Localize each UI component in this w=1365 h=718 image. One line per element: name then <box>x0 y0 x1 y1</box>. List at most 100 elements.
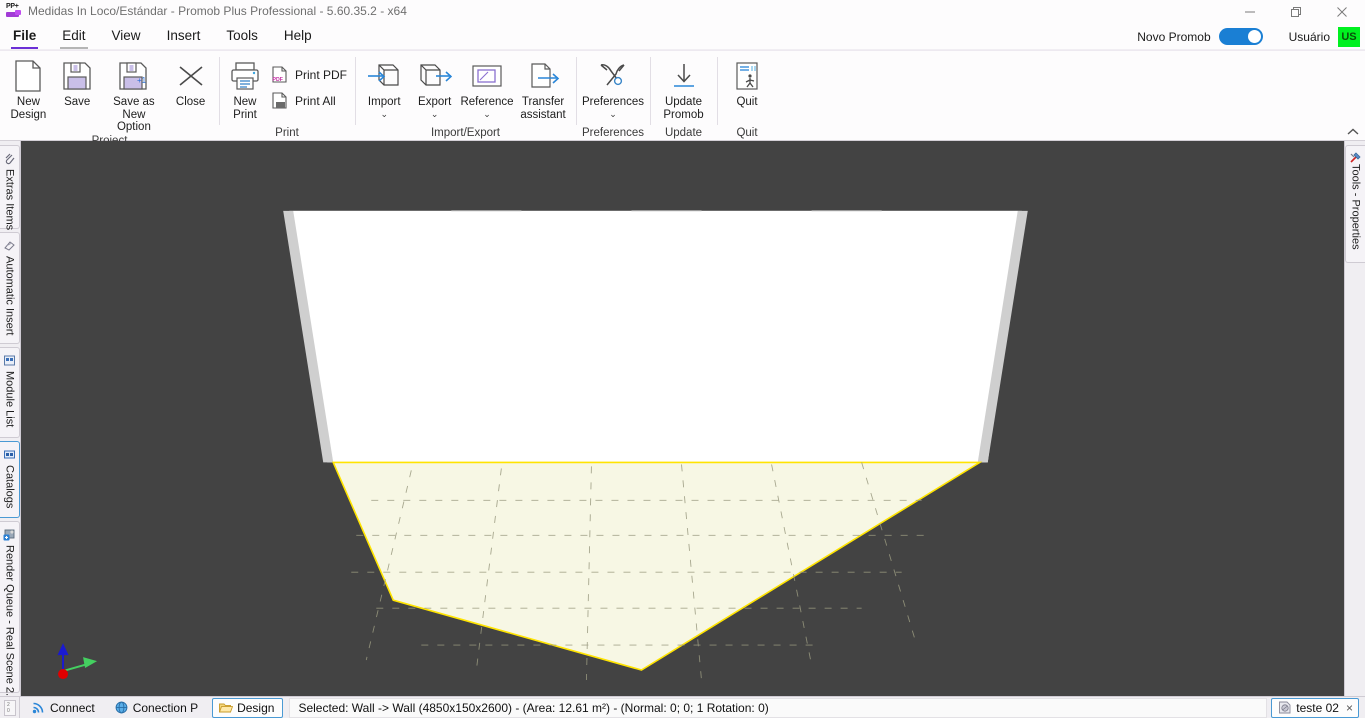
app-logo-swatch-secondary <box>15 10 21 15</box>
export-cube-icon <box>415 59 455 93</box>
save-as-new-option-label: Save as New Option <box>102 96 167 134</box>
folder-open-icon <box>218 701 233 715</box>
print-pdf-label: Print PDF <box>295 68 347 82</box>
document-tab-label: teste 02 <box>1296 701 1339 715</box>
preferences-button[interactable]: Preferences ⌄ <box>580 54 646 118</box>
save-button[interactable]: Save <box>53 54 102 109</box>
app-logo-text: PP+ <box>6 3 19 10</box>
menu-item-tools[interactable]: Tools <box>213 28 271 49</box>
3d-viewport[interactable] <box>21 141 1344 696</box>
import-cube-icon <box>364 59 404 93</box>
chevron-down-icon[interactable]: ⌄ <box>483 110 491 118</box>
reference-frame-icon <box>467 59 507 93</box>
new-document-icon <box>8 59 48 93</box>
svg-text:PDF: PDF <box>272 77 282 83</box>
floppy-disk-plus-one-icon: +1 <box>114 59 154 93</box>
export-label: Export <box>418 96 451 109</box>
new-design-label: New Design <box>11 96 47 121</box>
status-tab-design-label: Design <box>237 701 274 715</box>
status-tab-design[interactable]: Design <box>212 698 283 718</box>
ribbon-group-quit: Quit Quit <box>717 51 777 142</box>
printer-icon <box>225 59 265 93</box>
ribbon-group-label-update: Update <box>650 126 717 142</box>
save-as-new-option-button[interactable]: +1 Save as New Option <box>102 54 167 134</box>
sidebar-label-catalogs: Catalogs <box>4 465 16 508</box>
floppy-disk-icon <box>57 59 97 93</box>
new-print-button[interactable]: New Print <box>223 54 267 121</box>
app-logo-icon: PP+ <box>6 4 22 18</box>
title-bar: PP+ Medidas In Loco/Estándar - Promob Pl… <box>0 0 1365 23</box>
sidebar-item-extras-items[interactable]: Extras Items <box>0 145 20 229</box>
new-design-button[interactable]: New Design <box>4 54 53 121</box>
sidebar-label-extras-items: Extras Items <box>4 169 16 230</box>
menu-item-file[interactable]: File <box>0 28 49 49</box>
sidebar-item-automatic-insert[interactable]: Automatic Insert <box>0 232 20 344</box>
catalogs-icon <box>3 447 17 461</box>
ribbon-group-label-quit: Quit <box>717 126 777 142</box>
close-button[interactable] <box>1319 0 1365 23</box>
import-button[interactable]: Import ⌄ <box>359 54 409 118</box>
reference-button[interactable]: Reference ⌄ <box>460 54 514 118</box>
usuario-label: Usuário <box>1289 30 1330 44</box>
ribbon-group-import-export: Import ⌄ Export ⌄ <box>355 51 576 142</box>
restore-button[interactable] <box>1273 0 1319 23</box>
close-project-label: Close <box>176 96 205 109</box>
svg-text:0: 0 <box>7 708 10 714</box>
menu-bar: File Edit View Insert Tools Help Novo Pr… <box>0 23 1365 50</box>
menu-item-help[interactable]: Help <box>271 28 325 49</box>
novo-promob-toggle[interactable] <box>1219 28 1263 45</box>
clip-items-icon <box>3 151 17 165</box>
menu-item-view[interactable]: View <box>99 28 154 49</box>
print-pdf-button[interactable]: PDF Print PDF <box>267 62 351 88</box>
status-tab-conection-p-label: Conection P <box>133 701 198 715</box>
ribbon-group-preferences: Preferences ⌄ Preferences <box>576 51 650 142</box>
sidebar-item-catalogs[interactable]: Catalogs <box>0 441 20 518</box>
print-all-label: Print All <box>295 94 336 108</box>
document-tab[interactable]: teste 02 × <box>1271 698 1359 718</box>
svg-text:+1: +1 <box>137 76 147 85</box>
transfer-assistant-button[interactable]: Transfer assistant <box>514 54 572 121</box>
window-controls <box>1227 0 1365 23</box>
menu-item-edit[interactable]: Edit <box>49 28 98 49</box>
print-small-buttons: PDF Print PDF Print <box>267 54 351 114</box>
status-tab-conection-p[interactable]: Conection P <box>109 698 206 718</box>
close-project-button[interactable]: Close <box>166 54 215 109</box>
sidebar-label-render-queue: Render Queue - Real Scene 2. <box>4 545 16 696</box>
sidebar-item-render-queue[interactable]: Render Queue - Real Scene 2. <box>0 521 20 693</box>
chevron-down-icon[interactable]: ⌄ <box>431 110 439 118</box>
quit-label: Quit <box>736 96 757 109</box>
update-promob-button[interactable]: Update Promob <box>654 54 713 121</box>
import-label: Import <box>368 96 401 109</box>
user-badge[interactable]: US <box>1338 27 1360 47</box>
render-queue-icon <box>3 527 17 541</box>
sidebar-item-module-list[interactable]: Module List <box>0 347 20 438</box>
globe-icon <box>114 701 129 715</box>
quit-button[interactable]: Quit <box>721 54 773 109</box>
chevron-down-icon[interactable]: ⌄ <box>609 110 617 118</box>
minimize-button[interactable] <box>1227 0 1273 23</box>
wall-face <box>289 211 1022 463</box>
chevron-down-icon[interactable]: ⌄ <box>380 110 388 118</box>
left-sidebar-tabs: Extras Items Automatic Insert Module Lis… <box>0 141 21 696</box>
novo-promob-label: Novo Promob <box>1137 30 1210 44</box>
document-tab-close-icon[interactable]: × <box>1346 702 1353 714</box>
update-promob-label: Update Promob <box>663 96 703 121</box>
status-tab-connect-label: Connect <box>50 701 95 715</box>
print-all-button[interactable]: Print All <box>267 88 351 114</box>
sidebar-item-tools-properties[interactable]: Tools - Properties <box>1345 145 1365 263</box>
right-sidebar-tabs: Tools - Properties <box>1344 141 1365 696</box>
ribbon-group-print: New Print PDF Print PDF <box>219 51 355 142</box>
scene-render <box>21 141 1344 696</box>
status-tab-connect[interactable]: Connect <box>26 698 103 718</box>
ribbon-collapse-chevron-icon[interactable] <box>1347 128 1359 138</box>
save-label: Save <box>64 96 90 109</box>
status-bar-corner-handle[interactable]: 2 0 <box>0 697 20 718</box>
tools-properties-icon <box>1349 151 1362 164</box>
preferences-label: Preferences <box>582 96 644 109</box>
main-area: Extras Items Automatic Insert Module Lis… <box>0 141 1365 696</box>
menu-item-insert[interactable]: Insert <box>154 28 214 49</box>
export-button[interactable]: Export ⌄ <box>409 54 459 118</box>
toggle-knob <box>1248 30 1261 43</box>
window-title: Medidas In Loco/Estándar - Promob Plus P… <box>28 4 407 18</box>
selection-status-text: Selected: Wall -> Wall (4850x150x2600) -… <box>289 698 1267 718</box>
